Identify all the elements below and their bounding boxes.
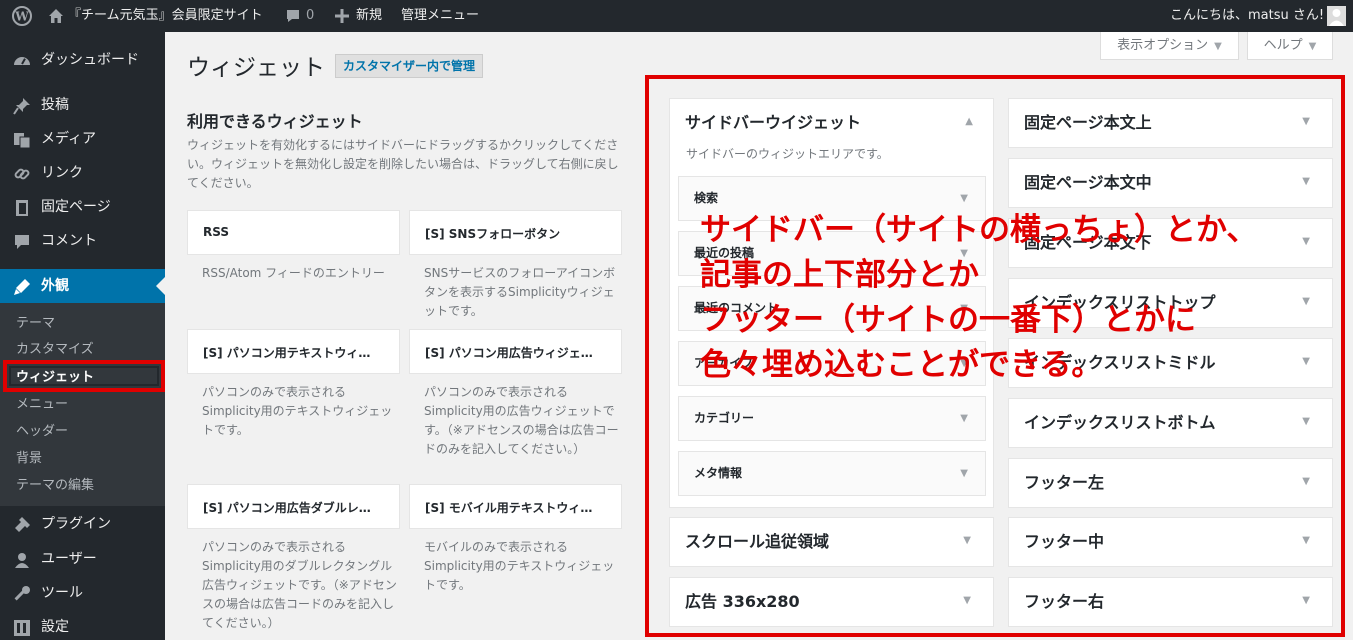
- svg-text:W: W: [14, 9, 29, 23]
- annotation-line: フッター（サイトの一番下）とかに: [700, 302, 1196, 338]
- display-options-label: 表示オプション: [1117, 38, 1209, 53]
- widget-description: パソコンのみで表示されるSimplicity用のテキストウィジェットです。: [202, 385, 393, 437]
- media-icon: [14, 133, 31, 149]
- site-name-link[interactable]: 『チーム元気玉』会員限定サイト: [68, 0, 263, 32]
- comment-icon[interactable]: [285, 0, 301, 32]
- widget-card[interactable]: [S] パソコン用広告ダブルレ…: [187, 484, 400, 529]
- home-icon[interactable]: [48, 0, 64, 32]
- link-icon: [14, 168, 30, 180]
- submenu-item-themes[interactable]: テーマ: [16, 314, 55, 334]
- widget-description: パソコンのみで表示されるSimplicity用の広告ウィジェットです。（※アドセ…: [424, 385, 619, 456]
- sidebar-item-label: メディア: [41, 131, 97, 147]
- sidebar-highlight-box: [3, 360, 165, 392]
- sidebar-item-posts[interactable]: 投稿: [0, 88, 165, 122]
- sidebar-item-pages[interactable]: 固定ページ: [0, 190, 165, 224]
- available-widgets-description: ウィジェットを有効化するにはサイドバーにドラッグするかクリックしてください。ウィ…: [187, 138, 619, 190]
- admin-menu-link[interactable]: 管理メニュー: [401, 0, 479, 32]
- greeting[interactable]: こんにちは、matsu さん!: [1170, 0, 1324, 32]
- sidebar-item-label: 外観: [41, 278, 69, 294]
- annotation-line: サイドバー（サイトの横っちょ）とか、: [700, 212, 1258, 248]
- new-link[interactable]: 新規: [356, 0, 382, 32]
- help-button[interactable]: ヘルプ ▼: [1247, 32, 1333, 60]
- appearance-icon: [14, 279, 30, 295]
- display-options-button[interactable]: 表示オプション ▼: [1100, 32, 1239, 60]
- annotation-text: サイドバー（サイトの横っちょ）とか、 記事の上下部分とか フッター（サイトの一番…: [700, 208, 1340, 388]
- user-icon: [15, 553, 29, 568]
- sidebar-item-label: ツール: [41, 585, 83, 601]
- sidebar-item-users[interactable]: ユーザー: [0, 542, 165, 576]
- sidebar-item-label: ユーザー: [41, 551, 97, 567]
- sidebar-item-appearance[interactable]: 外観: [0, 269, 165, 303]
- tool-icon: [14, 586, 30, 601]
- available-widgets-title: 利用できるウィジェット: [187, 112, 363, 131]
- page-title: ウィジェット: [187, 55, 325, 81]
- sidebar-item-label: リンク: [41, 165, 83, 181]
- submenu-item-theme-editor[interactable]: テーマの編集: [16, 476, 94, 496]
- widget-description: SNSサービスのフォローアイコンボタンを表示するSimplicityウィジェット…: [424, 266, 616, 318]
- dashboard-icon: [14, 57, 30, 65]
- sidebar-item-label: 固定ページ: [41, 199, 111, 215]
- plugin-icon: [15, 517, 30, 532]
- submenu-item-background[interactable]: 背景: [16, 449, 42, 469]
- sidebar-item-label: プラグイン: [41, 516, 111, 532]
- widget-card[interactable]: [S] SNSフォローボタン: [409, 210, 622, 255]
- comment-icon: [15, 235, 29, 249]
- sidebar-item-label: 設定: [41, 619, 69, 635]
- manage-in-customizer-button[interactable]: カスタマイザー内で管理: [335, 54, 484, 78]
- submenu-item-header[interactable]: ヘッダー: [16, 422, 68, 442]
- pin-icon: [13, 98, 30, 115]
- widget-card[interactable]: RSS: [187, 210, 400, 255]
- annotation-line: 記事の上下部分とか: [700, 257, 979, 293]
- widget-card[interactable]: [S] モバイル用テキストウィ…: [409, 484, 622, 529]
- submenu-item-menus[interactable]: メニュー: [16, 395, 68, 415]
- sidebar-item-label: コメント: [41, 233, 97, 249]
- sidebar-item-media[interactable]: メディア: [0, 122, 165, 156]
- sidebar-item-tools[interactable]: ツール: [0, 576, 165, 610]
- widget-card[interactable]: [S] パソコン用広告ウィジェ…: [409, 329, 622, 374]
- plus-icon[interactable]: [335, 0, 349, 32]
- widget-description: RSS/Atom フィードのエントリー: [202, 266, 385, 280]
- sidebar-item-label: ダッシュボード: [41, 52, 139, 68]
- page-icon: [16, 200, 28, 216]
- widget-description: モバイルのみで表示されるSimplicity用のテキストウィジェットです。: [424, 540, 615, 592]
- admin-sidebar: ダッシュボード 投稿 メディア リンク 固定ページ コメント 外観 テーマ カス…: [0, 32, 165, 640]
- submenu-item-customize[interactable]: カスタマイズ: [16, 340, 94, 360]
- sidebar-item-dashboard[interactable]: ダッシュボード: [0, 43, 165, 77]
- avatar[interactable]: [1327, 6, 1346, 26]
- current-menu-arrow: [156, 277, 165, 295]
- sidebar-item-label: 投稿: [41, 97, 69, 113]
- sidebar-item-links[interactable]: リンク: [0, 156, 165, 190]
- sidebar-item-settings[interactable]: 設定: [0, 610, 165, 640]
- caret-down-icon: ▼: [1308, 41, 1317, 52]
- annotation-line: 色々埋め込むことができる。: [700, 347, 1103, 383]
- widget-card[interactable]: [S] パソコン用テキストウィ…: [187, 329, 400, 374]
- widget-description: パソコンのみで表示されるSimplicity用のダブルレクタングル広告ウィジェッ…: [202, 540, 397, 630]
- settings-icon: [14, 620, 30, 636]
- sidebar-item-comments[interactable]: コメント: [0, 224, 165, 258]
- help-label: ヘルプ: [1263, 38, 1303, 53]
- admin-bar: W 『チーム元気玉』会員限定サイト 0 新規 管理メニュー こんにちは、mats…: [0, 0, 1353, 32]
- comments-count[interactable]: 0: [306, 0, 314, 32]
- sidebar-item-plugins[interactable]: プラグイン: [0, 507, 165, 541]
- caret-down-icon: ▼: [1214, 41, 1222, 52]
- wordpress-logo-icon[interactable]: W: [12, 0, 32, 32]
